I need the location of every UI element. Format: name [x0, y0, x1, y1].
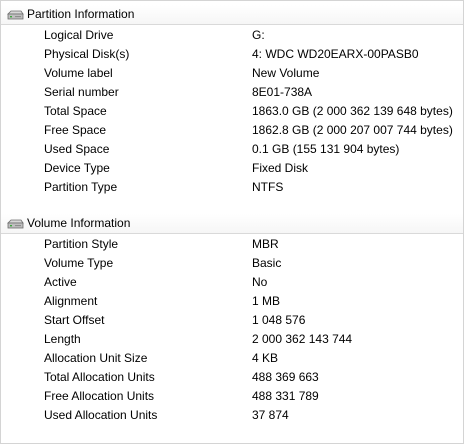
property-value: 1 MB	[252, 294, 281, 308]
property-value: 1862.8 GB (2 000 207 007 744 bytes)	[252, 123, 453, 137]
property-value: 1 048 576	[252, 313, 306, 327]
property-label: Used Allocation Units	[44, 408, 158, 422]
property-value: MBR	[252, 237, 279, 251]
property-row: Volume label New Volume	[1, 64, 463, 83]
property-value: 4 KB	[252, 351, 279, 365]
property-label: Alignment	[44, 294, 98, 308]
property-value: Fixed Disk	[252, 161, 309, 175]
property-label: Total Space	[44, 104, 107, 118]
property-label: Start Offset	[44, 313, 105, 327]
property-value: 2 000 362 143 744	[252, 332, 353, 346]
property-value: 0.1 GB (155 131 904 bytes)	[252, 142, 400, 156]
property-label: Device Type	[44, 161, 110, 175]
partition-properties-list: Logical Drive G: Physical Disk(s) 4: WDC…	[1, 26, 463, 197]
property-value: 1863.0 GB (2 000 362 139 648 bytes)	[252, 104, 453, 118]
property-label: Serial number	[44, 85, 119, 99]
property-row: Logical Drive G:	[1, 26, 463, 45]
property-row: Physical Disk(s) 4: WDC WD20EARX-00PASB0	[1, 45, 463, 64]
property-row: Partition Style MBR	[1, 235, 463, 254]
property-value: New Volume	[252, 66, 320, 80]
property-row: Active No	[1, 273, 463, 292]
property-label: Allocation Unit Size	[44, 351, 148, 365]
property-label: Partition Type	[44, 180, 118, 194]
drive-icon	[7, 219, 24, 229]
property-row: Used Allocation Units 37 874	[1, 406, 463, 425]
property-row: Volume Type Basic	[1, 254, 463, 273]
property-label: Logical Drive	[44, 28, 114, 42]
property-row: Device Type Fixed Disk	[1, 159, 463, 178]
property-value: 8E01-738A	[252, 85, 313, 99]
property-value: 37 874	[252, 408, 289, 422]
property-value: 488 369 663	[252, 370, 319, 384]
property-row: Total Space 1863.0 GB (2 000 362 139 648…	[1, 102, 463, 121]
property-row: Length 2 000 362 143 744	[1, 330, 463, 349]
property-label: Free Space	[44, 123, 107, 137]
properties-panel: Partition Information Logical Drive G: P…	[0, 0, 464, 444]
property-label: Free Allocation Units	[44, 389, 155, 403]
property-label: Physical Disk(s)	[44, 47, 130, 61]
volume-properties-list: Partition Style MBR Volume Type Basic Ac…	[1, 235, 463, 425]
property-label: Volume Type	[44, 256, 114, 270]
property-label: Partition Style	[44, 237, 119, 251]
property-row: Allocation Unit Size 4 KB	[1, 349, 463, 368]
property-label: Volume label	[44, 66, 113, 80]
property-row: Free Allocation Units 488 331 789	[1, 387, 463, 406]
section-title: Partition Information	[27, 7, 135, 21]
volume-information-header[interactable]: Volume Information	[1, 214, 463, 234]
property-value: Basic	[252, 256, 282, 270]
property-row: Total Allocation Units 488 369 663	[1, 368, 463, 387]
partition-information-section: Partition Information Logical Drive G: P…	[1, 5, 463, 197]
volume-information-section: Volume Information Partition Style MBR V…	[1, 214, 463, 425]
property-value: G:	[252, 28, 265, 42]
property-value: 4: WDC WD20EARX-00PASB0	[252, 47, 419, 61]
property-row: Start Offset 1 048 576	[1, 311, 463, 330]
property-value: 488 331 789	[252, 389, 319, 403]
property-value: No	[252, 275, 268, 289]
partition-information-header[interactable]: Partition Information	[1, 5, 463, 25]
property-row: Used Space 0.1 GB (155 131 904 bytes)	[1, 140, 463, 159]
property-value: NTFS	[252, 180, 284, 194]
property-label: Active	[44, 275, 77, 289]
property-row: Serial number 8E01-738A	[1, 83, 463, 102]
section-title: Volume Information	[27, 216, 131, 230]
property-row: Partition Type NTFS	[1, 178, 463, 197]
property-label: Used Space	[44, 142, 110, 156]
drive-icon	[7, 10, 24, 20]
property-row: Alignment 1 MB	[1, 292, 463, 311]
property-label: Length	[44, 332, 81, 346]
property-row: Free Space 1862.8 GB (2 000 207 007 744 …	[1, 121, 463, 140]
property-label: Total Allocation Units	[44, 370, 155, 384]
